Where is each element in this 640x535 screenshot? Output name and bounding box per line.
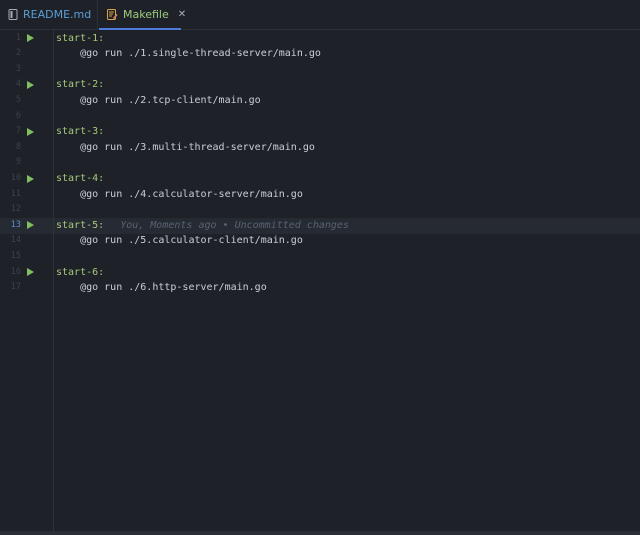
make-target: start-2: [56, 79, 99, 91]
gutter: 1 2 3 4 5 6 7 8 9 10 11 12 13 14 15 16 1…: [0, 30, 54, 535]
run-target-icon[interactable]: [27, 268, 34, 277]
close-icon[interactable]: ✕: [178, 9, 186, 20]
code-line[interactable]: start-2:: [56, 77, 104, 93]
line-number: 14: [10, 235, 21, 246]
line-number: 6: [15, 110, 21, 121]
code-line[interactable]: @go run ./1.single-thread-server/main.go: [56, 46, 321, 62]
make-recipe: @go run ./1.single-thread-server/main.go: [56, 48, 321, 60]
make-target: start-3: [56, 126, 99, 138]
active-tab-indicator: [99, 28, 181, 30]
make-recipe: @go run ./5.calculator-client/main.go: [56, 235, 303, 247]
makefile-icon: [107, 9, 118, 20]
code-line[interactable]: start-6:: [56, 265, 104, 281]
line-number: 15: [10, 251, 21, 261]
run-target-icon[interactable]: [27, 221, 34, 230]
line-number: 17: [10, 282, 21, 293]
git-blame-annotation: You, Moments ago • Uncommitted changes: [120, 220, 349, 232]
run-target-icon[interactable]: [27, 127, 34, 136]
status-bar: [0, 531, 640, 535]
code-line[interactable]: @go run ./5.calculator-client/main.go: [56, 233, 303, 249]
document-icon: [8, 9, 18, 20]
make-target: start-6: [56, 266, 99, 278]
line-number: 4: [15, 79, 21, 90]
tab-readme[interactable]: README.md: [0, 0, 98, 29]
code-line[interactable]: @go run ./6.http-server/main.go: [56, 280, 267, 296]
make-target: start-4: [56, 173, 99, 184]
line-number: 8: [15, 141, 21, 152]
code-line[interactable]: start-4:: [56, 171, 104, 187]
make-recipe: @go run ./2.tcp-client/main.go: [56, 95, 261, 106]
make-target: start-5: [56, 220, 99, 232]
run-target-icon[interactable]: [27, 34, 34, 43]
tab-bar: README.md Makefile ✕: [0, 0, 640, 30]
make-recipe: @go run ./3.multi-thread-server/main.go: [56, 141, 315, 153]
tab-readme-label: README.md: [23, 8, 92, 21]
make-recipe: @go run ./4.calculator-server/main.go: [56, 188, 303, 200]
code-line[interactable]: start-1:: [56, 31, 104, 47]
line-number: 7: [15, 126, 21, 137]
line-number-current: 13: [10, 219, 21, 230]
line-number: 16: [10, 266, 21, 277]
line-number: 11: [10, 188, 21, 199]
line-number: 9: [15, 157, 21, 168]
run-target-icon[interactable]: [27, 80, 34, 89]
code-line[interactable]: start-3:: [56, 124, 104, 140]
line-number: 12: [10, 204, 21, 215]
code-line[interactable]: @go run ./2.tcp-client/main.go: [56, 93, 261, 109]
tab-makefile[interactable]: Makefile ✕: [99, 0, 186, 30]
line-number: 2: [15, 48, 21, 59]
line-number: 1: [15, 32, 21, 43]
line-number: 10: [10, 173, 21, 183]
code-line[interactable]: @go run ./4.calculator-server/main.go: [56, 187, 303, 203]
make-target: start-1: [56, 32, 99, 44]
line-number: 3: [15, 63, 21, 74]
code-editor[interactable]: README.md Makefile ✕ 1 2 3 4 5 6 7 8 9 1…: [0, 0, 640, 535]
make-recipe: @go run ./6.http-server/main.go: [56, 282, 267, 294]
tab-makefile-label: Makefile: [123, 8, 169, 21]
line-number: 5: [15, 95, 21, 105]
run-target-icon[interactable]: [27, 174, 34, 183]
code-line[interactable]: @go run ./3.multi-thread-server/main.go: [56, 140, 315, 156]
code-line-current[interactable]: start-5: You, Moments ago • Uncommitted c…: [56, 218, 349, 234]
